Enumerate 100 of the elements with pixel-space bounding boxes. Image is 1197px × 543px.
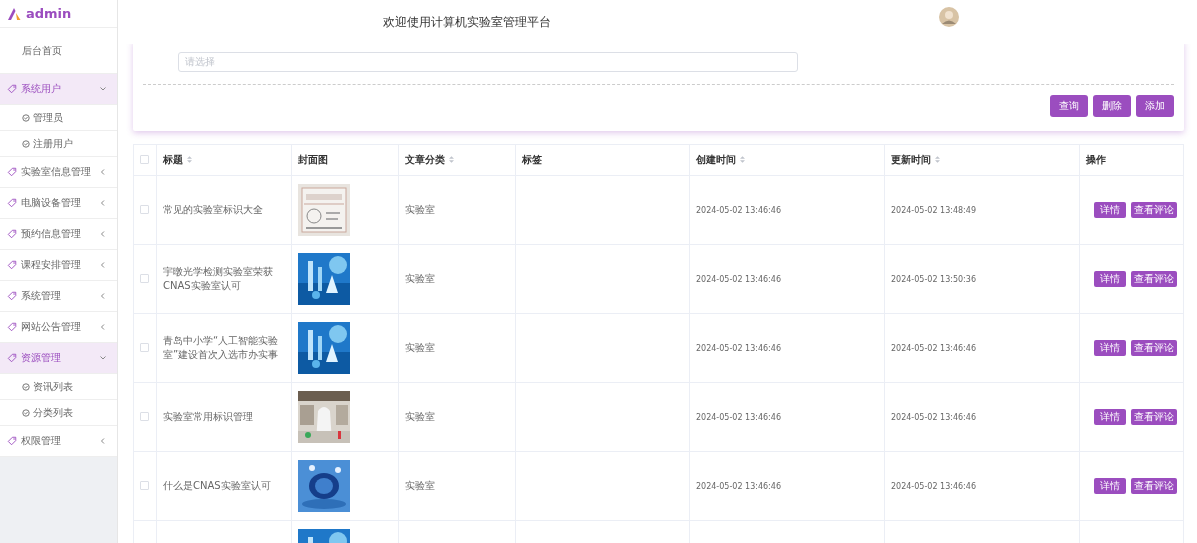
action-button[interactable]: 删除 [1093, 94, 1131, 117]
menu-group[interactable]: 系统管理 [0, 281, 117, 312]
row-action-button[interactable]: 详情 [1094, 201, 1126, 218]
menu-label: 资讯列表 [33, 379, 73, 394]
chevron-left-icon [99, 168, 107, 176]
row-action-button[interactable]: 查看评论 [1131, 477, 1177, 494]
tag-icon [7, 353, 17, 363]
row-action-button[interactable]: 查看评论 [1131, 408, 1177, 425]
column-header: 更新时间 [891, 152, 931, 167]
tag-icon [7, 436, 17, 446]
column-header: 文章分类 [405, 152, 445, 167]
checkbox[interactable] [140, 205, 149, 214]
checkbox[interactable] [140, 412, 149, 421]
menu-label: 系统用户 [21, 82, 62, 96]
table-cell: 实验室 [405, 203, 435, 215]
chevron-left-icon [99, 261, 107, 269]
submenu-item[interactable]: 资讯列表 [0, 374, 117, 400]
menu-label: 课程安排管理 [21, 258, 82, 272]
chevron-left-icon [99, 199, 107, 207]
menu-label: 网站公告管理 [21, 320, 82, 334]
table-cell: 常见的实验室标识大全 [163, 203, 263, 215]
row-action-button[interactable]: 查看评论 [1131, 270, 1177, 287]
table-cell: 2024-05-02 13:46:46 [891, 482, 976, 491]
table-cell: 实验室 [405, 479, 435, 491]
checkbox[interactable] [140, 343, 149, 352]
tag-icon [7, 322, 17, 332]
sort-icon [935, 156, 940, 163]
chevron-down-icon [99, 354, 107, 362]
chevron-left-icon [99, 292, 107, 300]
menu-group[interactable]: 课程安排管理 [0, 250, 117, 281]
check-circle-icon [22, 408, 30, 417]
row-action-button[interactable]: 详情 [1094, 477, 1126, 494]
table-cell: 2024-05-02 13:46:46 [696, 482, 781, 491]
page-title: 欢迎使用计算机实验室管理平台 [383, 13, 551, 31]
column-header: 标签 [522, 152, 542, 167]
menu-group[interactable]: 预约信息管理 [0, 219, 117, 250]
submenu-item[interactable]: 注册用户 [0, 131, 117, 157]
check-circle-icon [22, 382, 30, 391]
table-cell: 2024-05-02 13:46:46 [696, 206, 781, 215]
column-header: 创建时间 [696, 152, 736, 167]
tag-icon [7, 291, 17, 301]
row-action-button[interactable]: 详情 [1094, 408, 1126, 425]
row-action-button[interactable]: 查看评论 [1131, 201, 1177, 218]
brand-name: admin [26, 6, 72, 21]
menu-label: 管理员 [33, 110, 63, 125]
checkbox[interactable] [140, 481, 149, 490]
tag-icon [7, 84, 17, 94]
avatar[interactable] [939, 7, 959, 27]
table-cell: 青岛中小学“人工智能实验室”建设首次入选市办实事 [163, 334, 279, 360]
check-circle-icon [22, 139, 30, 148]
row-action-button[interactable]: 详情 [1094, 270, 1126, 287]
menu-group[interactable]: 权限管理 [0, 426, 117, 457]
sort-icon [449, 156, 454, 163]
checkbox[interactable] [140, 155, 149, 164]
submenu-item[interactable]: 管理员 [0, 105, 117, 131]
table-cell: 实验室 [405, 272, 435, 284]
menu-group[interactable]: 电脑设备管理 [0, 188, 117, 219]
chevron-down-icon [99, 85, 107, 93]
table-cell: 2024-05-02 13:50:36 [891, 275, 976, 284]
menu-group[interactable]: 系统用户 [0, 74, 117, 105]
sort-icon [740, 156, 745, 163]
sort-icon [187, 156, 192, 163]
checkbox[interactable] [140, 274, 149, 283]
table-cell: 2024-05-02 13:46:46 [891, 413, 976, 422]
menu-group[interactable]: 实验室信息管理 [0, 157, 117, 188]
tag-icon [7, 198, 17, 208]
submenu-item[interactable]: 分类列表 [0, 400, 117, 426]
menu-label: 系统管理 [21, 289, 62, 303]
table-cell: 实验室 [405, 341, 435, 353]
menu-label: 电脑设备管理 [21, 196, 82, 210]
tag-icon [7, 229, 17, 239]
menu-label: 实验室信息管理 [21, 165, 92, 179]
logo-icon [7, 6, 22, 21]
table-cell: 什么是CNAS实验室认可 [163, 479, 271, 491]
chevron-left-icon [99, 230, 107, 238]
action-button[interactable]: 添加 [1136, 94, 1174, 117]
table-cell: 2024-05-02 13:46:46 [696, 275, 781, 284]
menu-label: 资源管理 [21, 351, 62, 365]
menu-label: 注册用户 [33, 136, 73, 151]
column-header: 操作 [1086, 152, 1106, 167]
table-cell: 实验室 [405, 410, 435, 422]
tag-icon [7, 260, 17, 270]
table-cell: 实验室常用标识管理 [163, 410, 253, 422]
column-header: 标题 [163, 152, 183, 167]
row-action-button[interactable]: 详情 [1094, 339, 1126, 356]
table-cell: 2024-05-02 13:48:49 [891, 206, 976, 215]
table-cell: 2024-05-02 13:46:46 [696, 413, 781, 422]
tag-icon [7, 167, 17, 177]
menu-label: 分类列表 [33, 405, 73, 420]
menu-label: 权限管理 [21, 434, 62, 448]
chevron-left-icon [99, 323, 107, 331]
table-cell: 宇暾光学检测实验室荣获CNAS实验室认可 [163, 265, 273, 291]
action-button[interactable]: 查询 [1050, 94, 1088, 117]
menu-label: 预约信息管理 [21, 227, 82, 241]
table-cell: 2024-05-02 13:46:46 [891, 344, 976, 353]
check-circle-icon [22, 113, 30, 122]
column-header: 封面图 [298, 152, 328, 167]
menu-group[interactable]: 资源管理 [0, 343, 117, 374]
row-action-button[interactable]: 查看评论 [1131, 339, 1177, 356]
chevron-left-icon [99, 437, 107, 445]
